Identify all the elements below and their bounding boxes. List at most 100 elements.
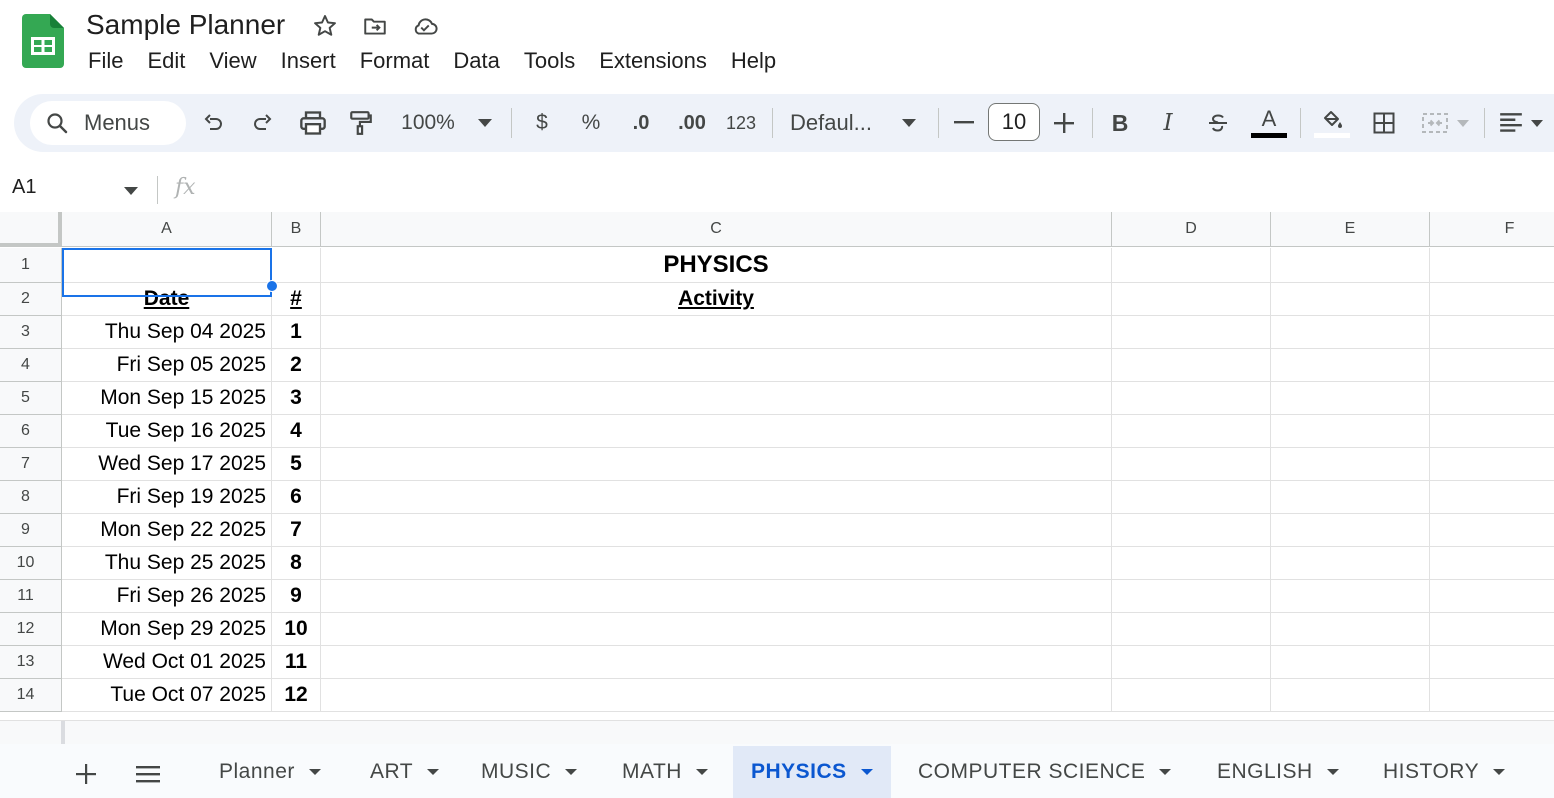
number-cell[interactable]: 11 — [272, 646, 321, 679]
decrease-decimal-button[interactable]: .0 — [624, 103, 658, 143]
activity-cell[interactable] — [321, 613, 1112, 646]
empty-cell[interactable] — [1112, 248, 1271, 283]
row-header[interactable]: 12 — [0, 613, 62, 646]
date-cell[interactable]: Thu Sep 25 2025 — [62, 547, 272, 580]
empty-cell[interactable] — [1430, 382, 1554, 415]
row-header[interactable]: 7 — [0, 448, 62, 481]
empty-cell[interactable] — [1430, 283, 1554, 316]
date-cell[interactable]: Thu Sep 04 2025 — [62, 316, 272, 349]
date-cell[interactable]: Tue Oct 07 2025 — [62, 679, 272, 712]
number-cell[interactable]: 6 — [272, 481, 321, 514]
number-cell[interactable]: 7 — [272, 514, 321, 547]
add-sheet-icon[interactable] — [68, 756, 104, 792]
empty-cell[interactable] — [1430, 481, 1554, 514]
column-header-c[interactable]: C — [321, 212, 1112, 247]
row-header[interactable]: 4 — [0, 349, 62, 382]
empty-cell[interactable] — [1112, 613, 1271, 646]
strikethrough-icon[interactable] — [1204, 103, 1232, 143]
empty-cell[interactable] — [1430, 448, 1554, 481]
name-box-dropdown-icon[interactable] — [124, 182, 138, 200]
menu-file[interactable]: File — [76, 46, 135, 76]
empty-cell[interactable] — [1430, 248, 1554, 283]
empty-cell[interactable] — [1271, 580, 1430, 613]
date-cell[interactable]: Fri Sep 05 2025 — [62, 349, 272, 382]
sheet-tab-math[interactable]: MATH — [604, 746, 726, 798]
sheet-tab-music[interactable]: MUSIC — [463, 746, 595, 798]
undo-icon[interactable] — [200, 103, 226, 143]
empty-cell[interactable] — [1271, 679, 1430, 712]
menu-edit[interactable]: Edit — [135, 46, 197, 76]
decrease-font-size-icon[interactable] — [952, 103, 976, 143]
chevron-down-icon[interactable] — [1326, 769, 1339, 775]
activity-cell[interactable] — [321, 646, 1112, 679]
row-header[interactable]: 13 — [0, 646, 62, 679]
empty-cell[interactable] — [1271, 481, 1430, 514]
empty-cell[interactable] — [1430, 679, 1554, 712]
frozen-divider[interactable] — [61, 721, 65, 745]
empty-cell[interactable] — [1271, 613, 1430, 646]
empty-cell[interactable] — [1430, 547, 1554, 580]
activity-cell[interactable] — [321, 514, 1112, 547]
activity-cell[interactable] — [321, 481, 1112, 514]
number-cell[interactable]: # — [272, 283, 321, 316]
empty-cell[interactable] — [1112, 316, 1271, 349]
print-icon[interactable] — [298, 103, 328, 143]
menu-format[interactable]: Format — [348, 46, 442, 76]
name-box[interactable]: A1 — [12, 176, 36, 199]
date-cell[interactable]: Mon Sep 22 2025 — [62, 514, 272, 547]
empty-cell[interactable] — [1112, 646, 1271, 679]
date-cell[interactable]: Mon Sep 15 2025 — [62, 382, 272, 415]
empty-cell[interactable] — [1112, 514, 1271, 547]
increase-decimal-button[interactable]: .00 — [674, 103, 710, 143]
empty-cell[interactable] — [1430, 316, 1554, 349]
row-header[interactable]: 6 — [0, 415, 62, 448]
currency-format-button[interactable]: $ — [530, 103, 554, 143]
activity-cell[interactable] — [321, 547, 1112, 580]
menu-tools[interactable]: Tools — [512, 46, 587, 76]
chevron-down-icon[interactable] — [1493, 769, 1506, 775]
chevron-down-icon[interactable] — [860, 769, 873, 775]
fill-color-icon[interactable] — [1314, 103, 1350, 143]
empty-cell[interactable] — [1271, 283, 1430, 316]
menu-help[interactable]: Help — [719, 46, 788, 76]
empty-cell[interactable] — [1430, 646, 1554, 679]
row-header[interactable]: 14 — [0, 679, 62, 712]
activity-cell[interactable] — [321, 448, 1112, 481]
column-header-d[interactable]: D — [1112, 212, 1271, 247]
sheets-logo-icon[interactable] — [22, 14, 64, 68]
paint-format-icon[interactable] — [348, 103, 374, 143]
empty-cell[interactable] — [1271, 547, 1430, 580]
empty-cell[interactable] — [1112, 547, 1271, 580]
horizontal-align-icon[interactable] — [1496, 103, 1526, 143]
empty-cell[interactable] — [1430, 349, 1554, 382]
percent-format-button[interactable]: % — [578, 103, 604, 143]
font-family-select[interactable]: Defaul... — [790, 103, 886, 143]
cloud-saved-icon[interactable] — [411, 12, 439, 40]
date-cell[interactable]: Fri Sep 19 2025 — [62, 481, 272, 514]
empty-cell[interactable] — [1271, 349, 1430, 382]
date-cell[interactable]: Fri Sep 26 2025 — [62, 580, 272, 613]
empty-cell[interactable] — [1112, 448, 1271, 481]
empty-cell[interactable] — [1271, 514, 1430, 547]
text-color-button[interactable]: A — [1250, 103, 1288, 143]
number-cell[interactable]: 12 — [272, 679, 321, 712]
empty-cell[interactable] — [1112, 283, 1271, 316]
sheet-heading-cell[interactable]: PHYSICS — [321, 248, 1112, 283]
star-icon[interactable] — [311, 12, 339, 40]
empty-cell[interactable] — [1430, 580, 1554, 613]
empty-cell[interactable] — [1112, 580, 1271, 613]
row-header[interactable]: 11 — [0, 580, 62, 613]
document-title[interactable]: Sample Planner — [86, 8, 285, 42]
move-folder-icon[interactable] — [361, 12, 389, 40]
number-cell[interactable] — [272, 248, 321, 283]
empty-cell[interactable] — [1112, 382, 1271, 415]
chevron-down-icon[interactable] — [565, 769, 578, 775]
empty-cell[interactable] — [1271, 415, 1430, 448]
number-cell[interactable]: 2 — [272, 349, 321, 382]
number-cell[interactable]: 8 — [272, 547, 321, 580]
empty-cell[interactable] — [1271, 646, 1430, 679]
chevron-down-icon[interactable] — [695, 769, 708, 775]
column-header-e[interactable]: E — [1271, 212, 1430, 247]
merge-dropdown-icon[interactable] — [1454, 103, 1472, 143]
sheet-tab-history[interactable]: HISTORY — [1365, 746, 1523, 798]
